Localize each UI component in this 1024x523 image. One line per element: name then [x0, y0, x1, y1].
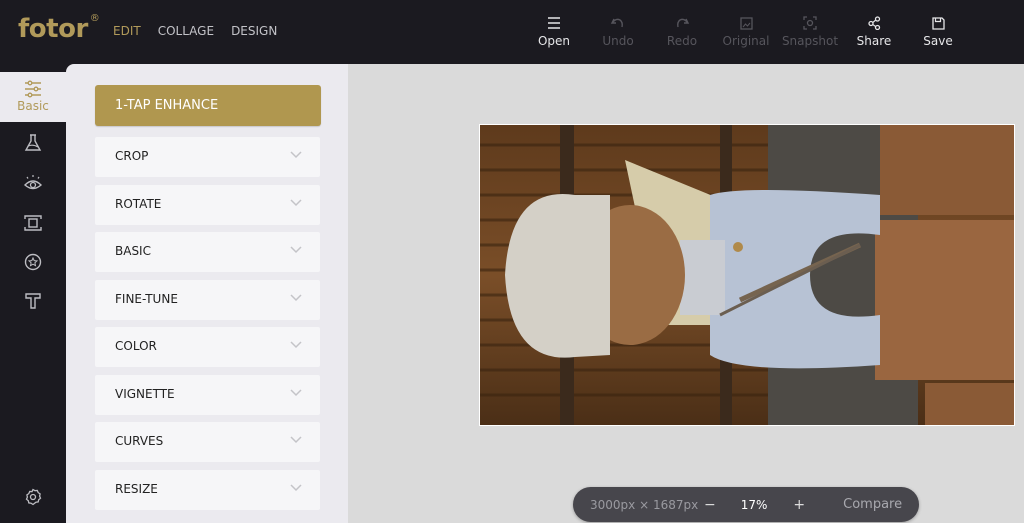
edited-photo[interactable]: [479, 124, 1015, 426]
top-nav: EDIT COLLAGE DESIGN: [113, 24, 277, 38]
redo-label: Redo: [666, 34, 698, 48]
one-tap-enhance-button[interactable]: 1-TAP ENHANCE: [95, 85, 321, 126]
save-icon: [931, 16, 945, 30]
section-label: CROP: [115, 149, 149, 163]
section-crop[interactable]: CROP: [95, 137, 320, 177]
nav-edit[interactable]: EDIT: [113, 24, 141, 38]
sidebar-item-effects[interactable]: [0, 134, 66, 152]
fotor-logo[interactable]: fotor ®: [18, 13, 100, 44]
chevron-down-icon: [290, 484, 302, 492]
original-label: Original: [722, 34, 770, 48]
chevron-down-icon: [290, 151, 302, 159]
section-resize[interactable]: RESIZE: [95, 470, 320, 510]
chevron-down-icon: [290, 246, 302, 254]
zoom-in-button[interactable]: +: [793, 497, 805, 513]
adjust-panel: 1-TAP ENHANCE CROP ROTATE BASIC FINE-TUN…: [66, 64, 348, 523]
chevron-down-icon: [290, 341, 302, 349]
photo-statue: [480, 125, 1014, 425]
section-label: RESIZE: [115, 482, 158, 496]
original-button[interactable]: Original: [714, 14, 778, 48]
sidebar-item-basic[interactable]: Basic: [0, 72, 66, 122]
top-bar: fotor ® EDIT COLLAGE DESIGN Open Undo Red…: [0, 0, 1024, 64]
zoom-out-button[interactable]: −: [704, 497, 716, 513]
section-label: BASIC: [115, 244, 151, 258]
logo-text: fotor: [18, 14, 88, 44]
share-label: Share: [856, 34, 892, 48]
eye-icon: [23, 175, 43, 190]
section-vignette[interactable]: VIGNETTE: [95, 375, 320, 415]
section-label: COLOR: [115, 339, 157, 353]
share-button[interactable]: Share: [842, 14, 906, 48]
snapshot-button[interactable]: Snapshot: [778, 14, 842, 48]
image-dimensions: 3000px × 1687px: [590, 497, 699, 512]
undo-icon: [610, 18, 623, 28]
sidebar-item-frames[interactable]: [0, 214, 66, 232]
frame-icon: [24, 215, 42, 231]
chevron-down-icon: [290, 436, 302, 444]
star-badge-icon: [24, 253, 42, 271]
canvas-area: 3000px × 1687px − 17% + Compare: [348, 64, 1024, 523]
redo-button[interactable]: Redo: [650, 14, 714, 48]
zoom-level: 17%: [740, 497, 768, 512]
snapshot-label: Snapshot: [781, 34, 839, 48]
text-icon: [25, 293, 41, 309]
sidebar-item-text[interactable]: [0, 292, 66, 310]
toolbar: Open Undo Redo Original Snapshot Share S…: [522, 14, 970, 48]
section-rotate[interactable]: ROTATE: [95, 185, 320, 225]
sidebar-item-settings[interactable]: [0, 488, 66, 506]
redo-icon: [677, 18, 690, 28]
chevron-down-icon: [290, 389, 302, 397]
nav-design[interactable]: DESIGN: [231, 24, 277, 38]
save-button[interactable]: Save: [906, 14, 970, 48]
snapshot-icon: [803, 16, 817, 30]
image-icon: [739, 16, 753, 30]
compare-button[interactable]: Compare: [843, 497, 902, 512]
share-icon: [867, 16, 880, 30]
section-label: FINE-TUNE: [115, 292, 178, 306]
left-sidebar: Basic: [0, 64, 66, 523]
chevron-down-icon: [290, 294, 302, 302]
undo-button[interactable]: Undo: [586, 14, 650, 48]
save-label: Save: [923, 34, 953, 48]
zoom-bar: 3000px × 1687px − 17% + Compare: [573, 487, 919, 522]
section-basic[interactable]: BASIC: [95, 232, 320, 272]
open-label: Open: [537, 34, 571, 48]
sidebar-item-stickers[interactable]: [0, 253, 66, 271]
sidebar-item-label: Basic: [17, 99, 49, 113]
sliders-icon: [25, 80, 41, 98]
section-curves[interactable]: CURVES: [95, 422, 320, 462]
registered-mark: ®: [89, 13, 100, 25]
gear-icon: [25, 488, 42, 506]
section-label: VIGNETTE: [115, 387, 175, 401]
section-label: ROTATE: [115, 197, 162, 211]
nav-collage[interactable]: COLLAGE: [158, 24, 214, 38]
menu-icon: [548, 17, 560, 29]
section-fine-tune[interactable]: FINE-TUNE: [95, 280, 320, 320]
undo-label: Undo: [602, 34, 634, 48]
section-color[interactable]: COLOR: [95, 327, 320, 367]
chevron-down-icon: [290, 199, 302, 207]
sidebar-item-beauty[interactable]: [0, 174, 66, 192]
flask-icon: [24, 134, 42, 151]
section-label: CURVES: [115, 434, 164, 448]
open-button[interactable]: Open: [522, 14, 586, 48]
